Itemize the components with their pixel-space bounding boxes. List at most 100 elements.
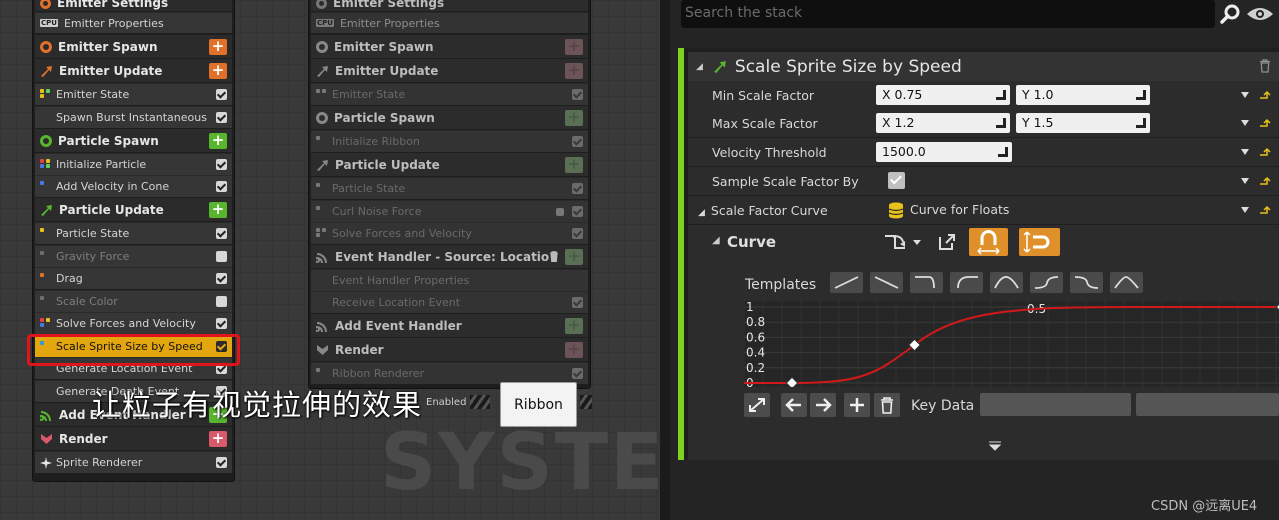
- template-s-curve-up[interactable]: [1030, 272, 1063, 293]
- add-velocity-checkbox[interactable]: [216, 181, 227, 192]
- emitter-spawn-add-button[interactable]: +: [209, 38, 227, 55]
- initialize-ribbon-checkbox[interactable]: [572, 136, 583, 147]
- emitter-settings-row[interactable]: Emitter Settings: [35, 0, 232, 11]
- emitter-update-row[interactable]: Emitter Update +: [311, 59, 588, 82]
- particle-update-row[interactable]: Particle Update +: [311, 153, 588, 176]
- curve-preset-dropdown[interactable]: [881, 228, 927, 256]
- template-ease-up[interactable]: [950, 272, 983, 293]
- gravity-force-checkbox[interactable]: [216, 251, 227, 262]
- curve-snap-button[interactable]: [1019, 228, 1060, 256]
- module-sprite-renderer[interactable]: Sprite Renderer: [35, 451, 232, 473]
- open-external-icon[interactable]: [935, 228, 959, 256]
- spawn-burst-checkbox[interactable]: [216, 112, 227, 123]
- emitter-node-ribbon[interactable]: Emitter Settings CPU Emitter Properties …: [308, 0, 591, 389]
- param-options-icon[interactable]: [1239, 147, 1273, 157]
- event-handler-add-button[interactable]: +: [565, 248, 583, 265]
- max-scale-x-field[interactable]: X 1.2: [876, 113, 1010, 133]
- key-value-field[interactable]: [1136, 393, 1279, 416]
- template-linear-up[interactable]: [830, 272, 863, 293]
- solve-forces-checkbox[interactable]: [216, 318, 227, 329]
- particle-update-add-button[interactable]: +: [209, 201, 227, 218]
- template-ease-down[interactable]: [910, 272, 943, 293]
- module-gravity-force[interactable]: Gravity Force: [35, 245, 232, 267]
- zoom-fit-button[interactable]: [744, 393, 770, 417]
- drag-checkbox[interactable]: [216, 273, 227, 284]
- particle-update-add-button[interactable]: +: [565, 156, 583, 173]
- render-row[interactable]: Render +: [311, 338, 588, 361]
- param-options-icon[interactable]: [1239, 90, 1273, 100]
- emitter-spawn-row[interactable]: Emitter Spawn +: [35, 35, 232, 58]
- search-icon[interactable]: [1219, 3, 1241, 25]
- module-curl-noise-force[interactable]: Curl Noise Force: [311, 200, 588, 222]
- module-particle-state[interactable]: Particle State: [311, 177, 588, 199]
- eye-icon[interactable]: [1246, 6, 1274, 22]
- module-particle-state[interactable]: Particle State: [35, 222, 232, 244]
- module-event-handler-properties[interactable]: Event Handler Properties: [311, 269, 588, 291]
- event-handler-row[interactable]: Event Handler - Source: LocationEv +: [311, 245, 588, 268]
- emitter-spawn-row[interactable]: Emitter Spawn +: [311, 35, 588, 58]
- module-initialize-particle[interactable]: Initialize Particle: [35, 153, 232, 175]
- previous-key-button[interactable]: [781, 393, 807, 417]
- render-row[interactable]: Render +: [35, 427, 232, 450]
- param-options-icon[interactable]: [1239, 205, 1273, 215]
- delete-key-button[interactable]: [874, 393, 900, 417]
- template-bell[interactable]: [990, 272, 1023, 293]
- next-key-button[interactable]: [810, 393, 836, 417]
- module-scale-color[interactable]: Scale Color: [35, 290, 232, 312]
- particle-state-checkbox[interactable]: [216, 228, 227, 239]
- trash-icon[interactable]: [1259, 59, 1271, 73]
- module-emitter-state[interactable]: Emitter State: [35, 83, 232, 105]
- velocity-threshold-field[interactable]: 1500.0: [876, 142, 1012, 162]
- emitter-update-row[interactable]: Emitter Update +: [35, 59, 232, 82]
- emitter-settings-row[interactable]: Emitter Settings: [311, 0, 588, 11]
- panel-splitter[interactable]: [660, 0, 670, 520]
- min-scale-y-field[interactable]: Y 1.0: [1016, 85, 1150, 105]
- particle-spawn-add-button[interactable]: +: [209, 132, 227, 149]
- particle-state-checkbox[interactable]: [572, 183, 583, 194]
- add-event-handler-button[interactable]: +: [565, 317, 583, 334]
- receive-location-checkbox[interactable]: [572, 297, 583, 308]
- param-options-icon[interactable]: [1239, 176, 1273, 186]
- emitter-state-checkbox[interactable]: [216, 89, 227, 100]
- particle-update-row[interactable]: Particle Update +: [35, 198, 232, 221]
- emitter-properties-row[interactable]: CPU Emitter Properties: [311, 12, 588, 33]
- module-header[interactable]: ◢ Scale Sprite Size by Speed: [688, 52, 1279, 81]
- emitter-spawn-add-button[interactable]: +: [565, 38, 583, 55]
- collapse-triangle-icon[interactable]: ◢: [698, 208, 705, 218]
- curl-noise-checkbox[interactable]: [572, 206, 583, 217]
- curve-plot[interactable]: 10.80.60.40.200.5: [744, 301, 1279, 387]
- add-key-button[interactable]: [844, 393, 870, 417]
- expand-arrow-icon[interactable]: [988, 441, 1002, 451]
- emitter-state-checkbox[interactable]: [572, 89, 583, 100]
- collapse-triangle-icon[interactable]: ◢: [712, 235, 720, 246]
- render-add-button[interactable]: +: [209, 430, 227, 447]
- module-solve-forces[interactable]: Solve Forces and Velocity: [35, 312, 232, 334]
- module-solve-forces[interactable]: Solve Forces and Velocity: [311, 222, 588, 244]
- template-linear-down[interactable]: [870, 272, 903, 293]
- search-input[interactable]: Search the stack: [681, 0, 1215, 28]
- collapse-triangle-icon[interactable]: ◢: [696, 62, 703, 72]
- template-s-curve-down[interactable]: [1070, 272, 1103, 293]
- ribbon-renderer-checkbox[interactable]: [572, 368, 583, 379]
- scale-color-checkbox[interactable]: [216, 296, 227, 307]
- sample-scale-checkbox[interactable]: [888, 172, 905, 189]
- key-time-field[interactable]: [980, 393, 1131, 416]
- module-spawn-burst[interactable]: Spawn Burst Instantaneous: [35, 106, 232, 128]
- template-peak[interactable]: [1110, 272, 1143, 293]
- module-ribbon-renderer[interactable]: Ribbon Renderer: [311, 362, 588, 384]
- emitter-update-add-button[interactable]: +: [565, 62, 583, 79]
- max-scale-y-field[interactable]: Y 1.5: [1016, 113, 1150, 133]
- particle-spawn-row[interactable]: Particle Spawn +: [311, 106, 588, 129]
- trash-icon[interactable]: [549, 251, 559, 262]
- solve-forces-checkbox[interactable]: [572, 228, 583, 239]
- module-drag[interactable]: Drag: [35, 267, 232, 289]
- module-add-velocity-in-cone[interactable]: Add Velocity in Cone: [35, 175, 232, 197]
- emitter-update-add-button[interactable]: +: [209, 62, 227, 79]
- render-add-button[interactable]: +: [565, 341, 583, 358]
- add-event-handler-row[interactable]: Add Event Handler +: [311, 314, 588, 337]
- particle-spawn-add-button[interactable]: +: [565, 109, 583, 126]
- sprite-renderer-checkbox[interactable]: [216, 457, 227, 468]
- system-graph[interactable]: SYSTEM Emitter Settings CPU Emitter Prop…: [0, 0, 660, 520]
- module-receive-location-event[interactable]: Receive Location Event: [311, 291, 588, 313]
- module-initialize-ribbon[interactable]: Initialize Ribbon: [311, 130, 588, 152]
